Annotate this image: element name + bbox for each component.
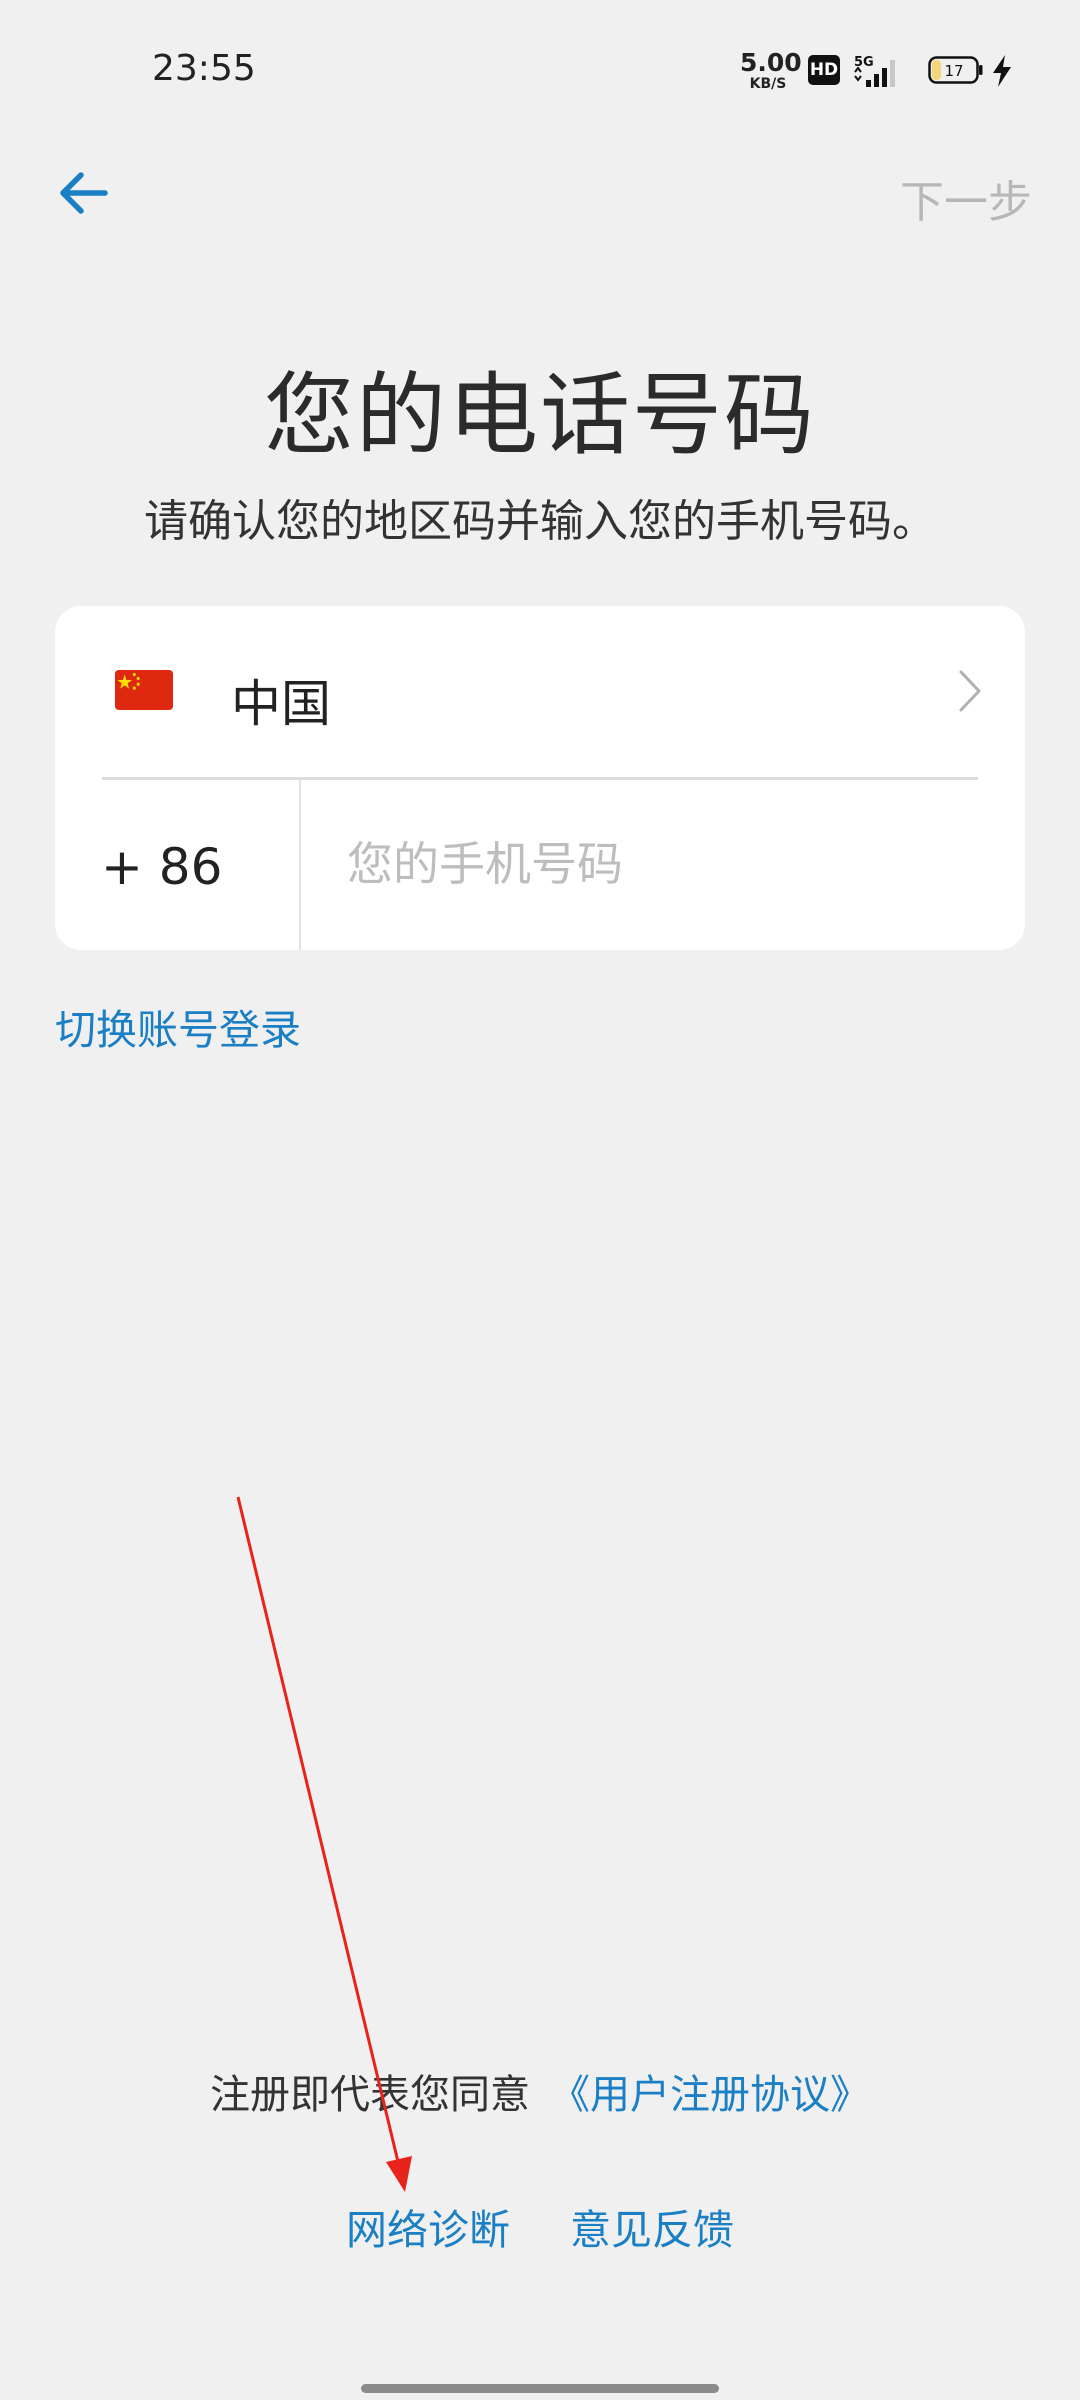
status-time: 23:55 <box>152 48 256 89</box>
next-step-button[interactable]: 下一步 <box>900 166 1032 230</box>
page-subtitle: 请确认您的地区码并输入您的手机号码。 <box>144 496 936 547</box>
agreement-text: 注册即代表您同意 <box>210 2072 530 2118</box>
phone-form-card: 中国 + 86 <box>55 606 1025 950</box>
chevron-right-icon <box>959 670 981 712</box>
country-name: 中国 <box>231 675 331 733</box>
back-arrow-icon <box>60 172 108 214</box>
network-speed-unit: KB/S <box>749 76 787 92</box>
battery-level: 17 <box>944 62 963 80</box>
charging-icon <box>993 55 1011 87</box>
country-code[interactable]: + 86 <box>101 838 222 896</box>
network-speed: 5.00 KB/S <box>740 48 802 92</box>
feedback-link[interactable]: 意见反馈 <box>570 2206 734 2254</box>
battery-icon: 17 <box>928 56 983 84</box>
hd-icon: HD <box>808 55 840 85</box>
phone-input-row: + 86 <box>55 780 1025 950</box>
switch-account-login-link[interactable]: 切换账号登录 <box>55 996 301 1056</box>
5g-signal-icon: 5G <box>854 55 895 87</box>
phone-number-input[interactable] <box>347 826 967 902</box>
user-agreement-link[interactable]: 《用户注册协议》 <box>550 2072 870 2118</box>
network-speed-value: 5.00 <box>740 48 802 77</box>
back-button[interactable] <box>55 165 111 221</box>
divider <box>299 780 301 950</box>
agreement-line: 注册即代表您同意 《用户注册协议》 <box>0 2062 1080 2120</box>
footer-links: 网络诊断 意见反馈 <box>0 2196 1080 2256</box>
page-title: 您的电话号码 <box>264 363 816 468</box>
country-selector[interactable]: 中国 <box>55 606 1025 778</box>
status-bar: 23:55 5.00 KB/S HD 5G 17 <box>0 0 1080 140</box>
china-flag-icon <box>115 670 173 710</box>
network-diagnosis-link[interactable]: 网络诊断 <box>346 2206 510 2254</box>
home-indicator[interactable] <box>361 2384 719 2393</box>
